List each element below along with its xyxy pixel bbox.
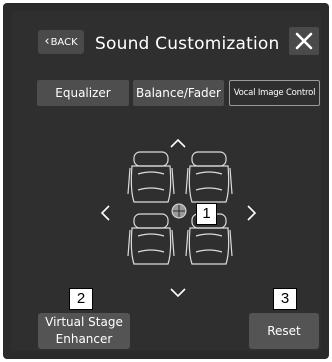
virtual-stage-label-line2: Enhancer [55, 332, 113, 346]
virtual-stage-enhancer-button[interactable]: Virtual Stage Enhancer [38, 313, 130, 349]
callout-badge-3: 3 [273, 288, 297, 310]
move-down-button[interactable] [170, 283, 186, 302]
virtual-stage-label-line1: Virtual Stage [45, 315, 123, 329]
move-left-button[interactable] [100, 205, 110, 225]
tab-vocal-image-control[interactable]: Vocal Image Control [229, 80, 320, 106]
chevron-up-icon [170, 138, 186, 148]
chevron-left-icon: ‹ [44, 34, 50, 49]
callout-badge-1: 1 [196, 203, 217, 225]
callout-badge-2: 2 [69, 288, 93, 310]
move-right-button[interactable] [247, 205, 257, 225]
tab-balance-fader[interactable]: Balance/Fader [133, 80, 224, 106]
listening-position-icon [171, 203, 187, 219]
close-button[interactable] [289, 27, 319, 55]
chevron-right-icon [247, 205, 257, 221]
chevron-down-icon [170, 288, 186, 298]
seat-front-left [127, 151, 175, 203]
back-label: BACK [50, 37, 78, 48]
page-title: Sound Customization [95, 34, 280, 54]
tab-equalizer[interactable]: Equalizer [37, 80, 129, 106]
seat-front-right [185, 151, 233, 203]
back-button[interactable]: ‹BACK [38, 30, 84, 54]
close-icon [295, 32, 313, 50]
seat-diagram [126, 150, 238, 272]
car-seats-icon [127, 151, 233, 265]
seat-rear-left [127, 213, 175, 265]
reset-button[interactable]: Reset [249, 313, 319, 349]
chevron-left-icon [100, 205, 110, 221]
